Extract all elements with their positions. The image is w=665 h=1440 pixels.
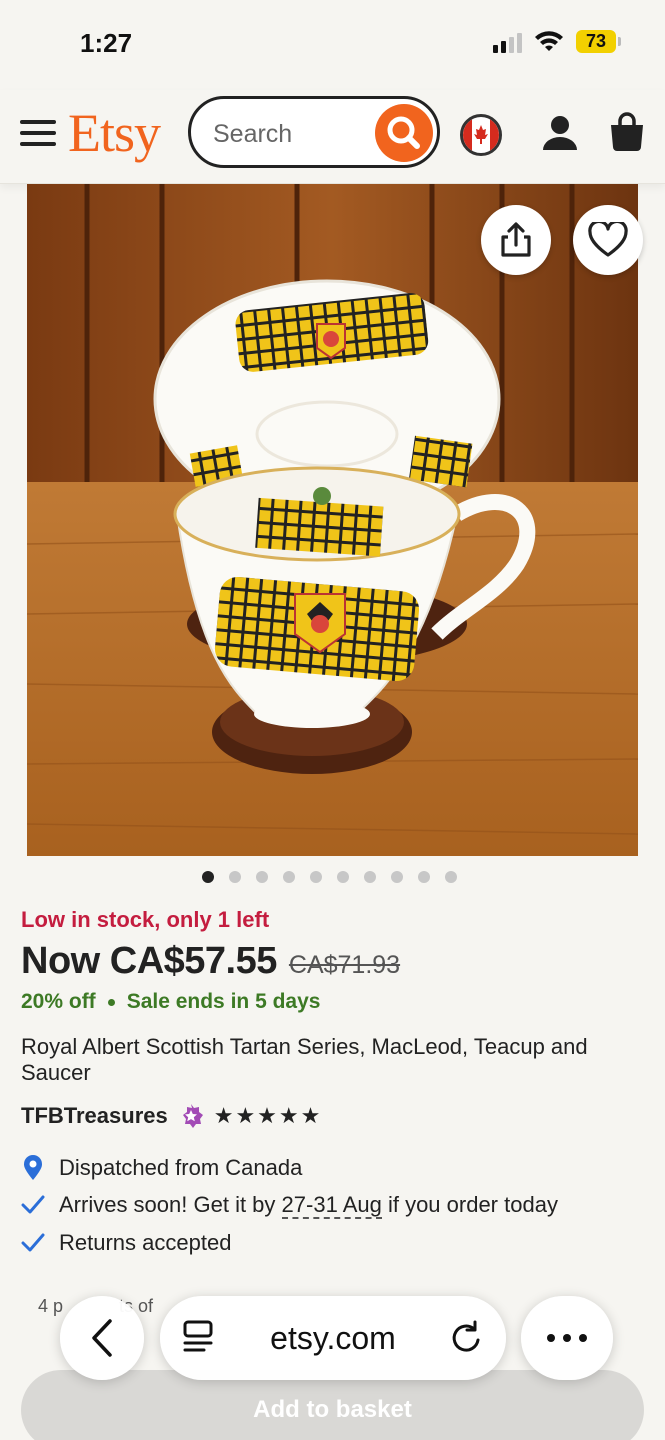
page-menu-icon[interactable] [182,1319,216,1357]
sale-ends-label: Sale ends in 5 days [126,990,321,1013]
arrival-date-link[interactable]: 27-31 Aug [281,1192,382,1219]
product-image[interactable] [27,184,638,856]
product-title: Royal Albert Scottish Tartan Series, Mac… [21,1034,588,1085]
search-placeholder: Search [213,120,293,148]
battery-level: 73 [576,30,616,53]
search-icon [387,116,420,149]
site-header: Etsy Search [0,90,665,184]
battery-icon: 73 [576,30,621,53]
search-button[interactable] [375,104,433,162]
checkmark-icon [21,1233,45,1252]
status-bar: 1:27 73 [0,0,665,90]
arrival-text: Arrives soon! Get it by 27-31 Aug if you… [59,1192,558,1219]
carousel-dot[interactable] [418,871,430,883]
browser-address-bar[interactable]: etsy.com [160,1296,506,1380]
carousel-dot[interactable] [310,871,322,883]
account-icon[interactable] [540,112,580,157]
browser-url[interactable]: etsy.com [270,1320,396,1357]
cellular-signal-icon [493,31,522,53]
add-to-basket-button[interactable]: Add to basket [21,1370,644,1440]
shop-info: TFBTreasures ★★★★★ [21,1103,322,1129]
price-block: Now CA$57.55 CA$71.93 [21,940,400,983]
returns-text: Returns accepted [59,1230,232,1255]
sale-info: 20% off Sale ends in 5 days [21,990,320,1014]
menu-icon[interactable] [20,120,56,148]
checkmark-icon [21,1195,45,1214]
stock-notice: Low in stock, only 1 left [21,907,270,932]
dispatch-text: Dispatched from Canada [59,1155,303,1180]
carousel-dot[interactable] [202,871,214,883]
current-price: Now CA$57.55 [21,940,277,982]
carousel-dot[interactable] [445,871,457,883]
chevron-left-icon [92,1319,112,1357]
discount-label: 20% off [21,990,96,1013]
original-price: CA$71.93 [288,951,401,979]
carousel-dot[interactable] [229,871,241,883]
carousel-dot[interactable] [256,871,268,883]
returns-info: Returns accepted [21,1230,231,1256]
carousel-dot[interactable] [391,871,403,883]
location-pin-icon [24,1155,42,1180]
carousel-dot[interactable] [337,871,349,883]
carousel-dot[interactable] [283,871,295,883]
browser-back-button[interactable] [60,1296,144,1380]
carousel-dot[interactable] [364,871,376,883]
share-button[interactable] [481,205,551,275]
basket-icon[interactable] [608,112,646,157]
star-seller-icon [182,1104,203,1128]
share-icon [501,222,531,257]
etsy-logo[interactable]: Etsy [68,102,161,164]
dispatch-info: Dispatched from Canada [21,1155,302,1181]
heart-icon [588,222,628,257]
rating-stars[interactable]: ★★★★★ [214,1103,323,1129]
canada-flag-icon[interactable] [460,114,502,156]
shop-name-link[interactable]: TFBTreasures [21,1103,168,1129]
reload-icon[interactable] [450,1320,484,1356]
status-time: 1:27 [80,28,133,58]
wifi-icon [535,30,563,51]
image-carousel-dots[interactable] [202,871,457,883]
bullet-separator [107,998,115,1006]
more-options-icon [547,1334,587,1342]
browser-more-button[interactable] [521,1296,613,1380]
search-input[interactable]: Search [188,96,440,168]
arrival-info: Arrives soon! Get it by 27-31 Aug if you… [21,1192,558,1219]
favorite-button[interactable] [573,205,643,275]
